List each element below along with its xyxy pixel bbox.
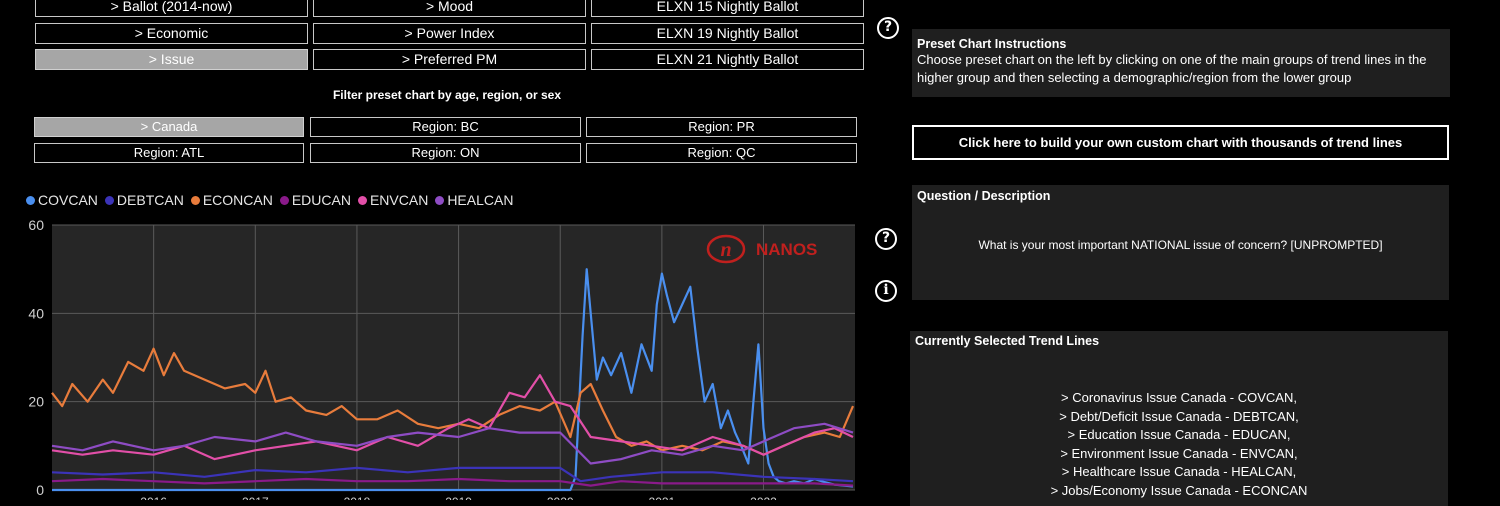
legend-dot <box>279 195 289 205</box>
legend-dot <box>104 195 114 205</box>
preset-economic-button[interactable]: > Economic <box>35 23 308 44</box>
filter-region-qc-button[interactable]: Region: QC <box>586 143 857 163</box>
list-item: > Jobs/Economy Issue Canada - ECONCAN <box>1050 482 1308 498</box>
legend-label: COVCAN <box>38 192 98 208</box>
x-tick-label: 2022 <box>750 495 777 500</box>
legend-label: ENVCAN <box>369 192 429 208</box>
legend-item-envcan[interactable]: ENVCAN <box>357 192 429 208</box>
y-tick-label: 20 <box>28 394 44 410</box>
legend-item-healcan[interactable]: HEALCAN <box>435 192 513 208</box>
x-tick-label: 2018 <box>344 495 371 500</box>
question-title: Question / Description <box>917 189 1051 203</box>
legend-label: ECONCAN <box>202 192 273 208</box>
nanos-logo: n NANOS <box>706 234 817 264</box>
legend-label: EDUCAN <box>291 192 351 208</box>
selected-lines-list: > Coronavirus Issue Canada - COVCAN, > D… <box>915 389 1443 500</box>
help-icon-instructions[interactable]: ? <box>877 17 899 39</box>
legend-item-covcan[interactable]: COVCAN <box>26 192 98 208</box>
svg-text:n: n <box>720 239 731 261</box>
list-item: > Education Issue Canada - EDUCAN, <box>1067 427 1291 442</box>
list-item: > Debt/Deficit Issue Canada - DEBTCAN, <box>1059 408 1299 424</box>
instructions-panel: Preset Chart Instructions Choose preset … <box>912 29 1450 97</box>
y-tick-label: 0 <box>36 482 44 498</box>
legend-dot <box>26 195 35 205</box>
preset-power-index-button[interactable]: > Power Index <box>313 23 586 44</box>
legend-item-debtcan[interactable]: DEBTCAN <box>104 192 184 208</box>
preset-elxn21-button[interactable]: ELXN 21 Nightly Ballot <box>591 49 864 70</box>
x-tick-label: 2019 <box>445 495 472 500</box>
legend-label: HEALCAN <box>447 192 514 208</box>
preset-elxn15-button[interactable]: ELXN 15 Nightly Ballot <box>591 0 864 17</box>
x-tick-label: 2016 <box>140 495 167 500</box>
instructions-text: Choose preset chart on the left by click… <box>917 52 1427 85</box>
legend-dot <box>190 195 200 205</box>
preset-elxn19-button[interactable]: ELXN 19 Nightly Ballot <box>591 23 864 44</box>
help-icon-question[interactable]: ? <box>875 228 897 250</box>
list-item: > Environment Issue Canada - ENVCAN, <box>1060 445 1298 461</box>
legend-dot <box>435 195 445 205</box>
trend-chart[interactable]: 0 20 40 60 2016 2017 2018 2019 2020 2021 2022 n NANO… <box>0 210 870 500</box>
info-icon[interactable]: i <box>875 280 897 302</box>
filter-canada-button[interactable]: > Canada <box>34 117 304 137</box>
y-tick-label: 40 <box>28 305 44 321</box>
selected-lines-panel: Currently Selected Trend Lines > Coronav… <box>910 331 1448 506</box>
y-tick-label: 60 <box>28 217 44 233</box>
chart-legend: COVCAN DEBTCAN ECONCAN EDUCAN ENVCAN HEALCAN <box>26 192 513 208</box>
legend-item-educan[interactable]: EDUCAN <box>279 192 351 208</box>
x-tick-label: 2021 <box>649 495 676 500</box>
svg-text:NANOS: NANOS <box>756 240 817 259</box>
filter-region-on-button[interactable]: Region: ON <box>310 143 581 163</box>
filter-region-atl-button[interactable]: Region: ATL <box>34 143 304 163</box>
instructions-title: Preset Chart Instructions <box>917 37 1067 51</box>
filter-region-bc-button[interactable]: Region: BC <box>310 117 581 137</box>
custom-chart-button[interactable]: Click here to build your own custom char… <box>912 125 1449 160</box>
question-panel: Question / Description What is your most… <box>912 185 1449 300</box>
x-tick-label: 2020 <box>547 495 574 500</box>
selected-lines-title: Currently Selected Trend Lines <box>915 334 1100 348</box>
preset-issue-button[interactable]: > Issue <box>35 49 308 70</box>
x-tick-label: 2017 <box>242 495 269 500</box>
list-item: > Coronavirus Issue Canada - COVCAN, <box>1061 390 1297 405</box>
preset-preferred-pm-button[interactable]: > Preferred PM <box>313 49 586 70</box>
legend-dot <box>357 195 367 205</box>
filter-title: Filter preset chart by age, region, or s… <box>332 88 562 102</box>
preset-ballot-button[interactable]: > Ballot (2014-now) <box>35 0 308 17</box>
legend-item-econcan[interactable]: ECONCAN <box>190 192 273 208</box>
preset-mood-button[interactable]: > Mood <box>313 0 586 17</box>
filter-region-pr-button[interactable]: Region: PR <box>586 117 857 137</box>
legend-label: DEBTCAN <box>116 192 184 208</box>
list-item: > Healthcare Issue Canada - HEALCAN, <box>1061 464 1297 479</box>
question-text: What is your most important NATIONAL iss… <box>978 238 1383 252</box>
